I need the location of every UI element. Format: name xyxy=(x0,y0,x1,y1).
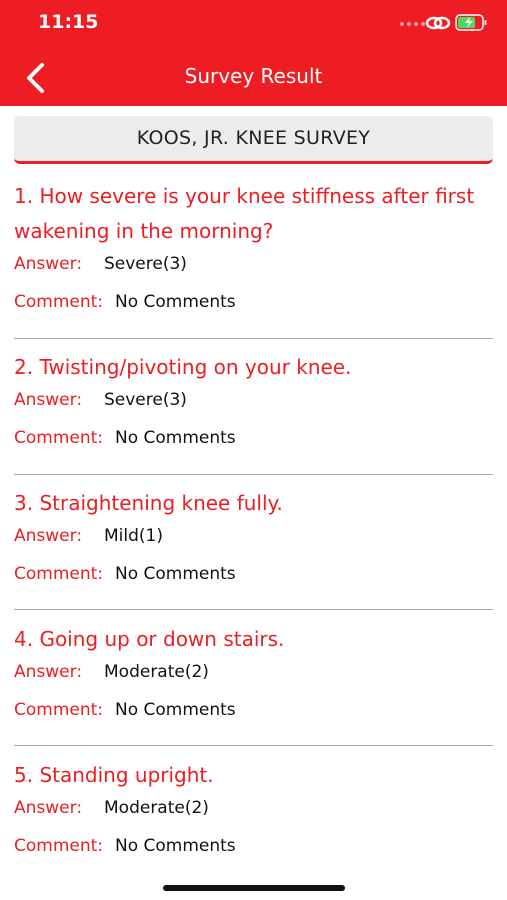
answer-label: Answer: xyxy=(14,254,83,274)
cellular-signal-icon xyxy=(400,22,425,26)
comment-value: No Comments xyxy=(115,564,236,584)
question-item: 4. Going up or down stairs. Answer: Mode… xyxy=(14,622,493,728)
comment-value: No Comments xyxy=(115,700,236,720)
status-bar: 11:15 xyxy=(0,0,507,48)
comment-value: No Comments xyxy=(115,836,236,856)
battery-icon xyxy=(455,14,487,31)
answer-label: Answer: xyxy=(14,390,83,410)
link-icon xyxy=(425,16,451,30)
question-text: 3. Straightening knee fully. xyxy=(14,491,283,515)
divider xyxy=(14,338,493,339)
comment-label: Comment: xyxy=(14,292,104,312)
question-item: 1. How severe is your knee stiffness aft… xyxy=(14,179,493,320)
comment-value: No Comments xyxy=(115,292,236,312)
answer-value: Mild(1) xyxy=(104,526,163,546)
answer-value: Severe(3) xyxy=(104,254,187,274)
answer-label: Answer: xyxy=(14,662,83,682)
status-time: 11:15 xyxy=(38,11,99,33)
divider xyxy=(14,609,493,610)
question-text: 2. Twisting/pivoting on your knee. xyxy=(14,355,352,379)
home-indicator[interactable] xyxy=(163,885,345,891)
question-text: 4. Going up or down stairs. xyxy=(14,627,285,651)
comment-value: No Comments xyxy=(115,428,236,448)
answer-value: Severe(3) xyxy=(104,390,187,410)
survey-title: KOOS, JR. KNEE SURVEY xyxy=(136,127,371,149)
page-title: Survey Result xyxy=(184,64,323,88)
divider xyxy=(14,474,493,475)
comment-label: Comment: xyxy=(14,700,104,720)
question-text: 5. Standing upright. xyxy=(14,763,214,787)
divider xyxy=(14,745,493,746)
nav-bar: Survey Result xyxy=(0,48,507,106)
comment-label: Comment: xyxy=(14,564,104,584)
answer-label: Answer: xyxy=(14,798,83,818)
question-text: 1. How severe is your knee stiffness aft… xyxy=(14,184,475,243)
answer-value: Moderate(2) xyxy=(104,798,209,818)
comment-label: Comment: xyxy=(14,428,104,448)
answer-label: Answer: xyxy=(14,526,83,546)
question-item: 3. Straightening knee fully. Answer: Mil… xyxy=(14,486,493,592)
comment-label: Comment: xyxy=(14,836,104,856)
survey-title-header: KOOS, JR. KNEE SURVEY xyxy=(14,116,493,164)
question-item: 2. Twisting/pivoting on your knee. Answe… xyxy=(14,350,493,456)
question-item: 5. Standing upright. Answer: Moderate(2)… xyxy=(14,758,493,864)
answer-value: Moderate(2) xyxy=(104,662,209,682)
